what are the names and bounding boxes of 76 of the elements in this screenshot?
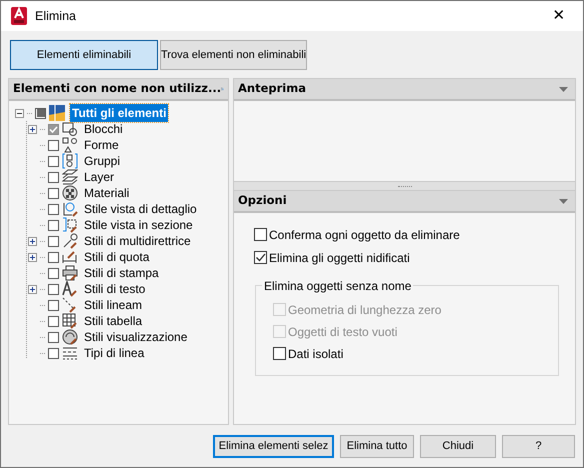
checkbox[interactable] <box>48 300 59 310</box>
checkbox[interactable] <box>48 268 59 278</box>
expander-icon[interactable] <box>28 284 37 294</box>
checkbox[interactable] <box>48 252 59 262</box>
app-logo-icon <box>11 7 27 25</box>
checkbox[interactable] <box>48 188 59 198</box>
checkbox[interactable] <box>48 284 59 294</box>
view-button[interactable]: Trova elementi non eliminabili <box>160 40 307 70</box>
tree-item[interactable]: Stili tabella <box>84 312 142 330</box>
checkbox[interactable] <box>48 156 59 166</box>
tree-item[interactable]: Stile vista di dettaglio <box>84 200 197 218</box>
checkbox-label: Dati isolati <box>288 346 344 362</box>
tree-item[interactable]: Tipi di linea <box>84 344 144 362</box>
checkbox[interactable] <box>48 220 59 230</box>
checkbox-label: Geometria di lunghezza zero <box>288 302 442 318</box>
expander-icon[interactable] <box>28 236 37 246</box>
expander-icon[interactable] <box>28 252 37 262</box>
table-icon <box>62 313 78 329</box>
dimension-icon <box>62 249 78 265</box>
dialog-button[interactable]: Elimina tutto <box>340 435 414 458</box>
tree-item[interactable]: Materiali <box>84 184 130 202</box>
checkbox[interactable] <box>254 251 267 264</box>
checkbox[interactable] <box>48 140 59 150</box>
checkbox-label: Conferma ogni oggetto da eliminare <box>269 226 460 244</box>
panel-header: Opzioni <box>238 192 287 210</box>
leader-icon <box>62 233 78 249</box>
collapse-arrow-icon[interactable] <box>559 86 568 92</box>
layers-icon <box>62 169 78 185</box>
checkbox[interactable] <box>48 124 59 134</box>
section-view-icon <box>62 217 78 233</box>
tree-item[interactable]: Stili di testo <box>84 280 146 298</box>
checkbox[interactable] <box>48 316 59 326</box>
tree-item[interactable]: Gruppi <box>84 152 120 170</box>
tree-item[interactable]: Stile vista in sezione <box>84 216 193 234</box>
collapse-arrow-icon[interactable] <box>559 198 568 204</box>
checkbox[interactable] <box>35 108 46 118</box>
checkbox[interactable] <box>48 172 59 182</box>
tree-item[interactable]: Blocchi <box>84 120 123 138</box>
all-items-icon <box>49 105 65 121</box>
text-style-icon <box>62 281 78 297</box>
linetypes-icon <box>62 345 78 361</box>
checkbox[interactable] <box>48 332 59 342</box>
checkbox[interactable] <box>254 228 267 241</box>
expander-icon[interactable] <box>15 108 24 118</box>
shapes-icon <box>62 137 78 153</box>
checkbox-label: Elimina gli oggetti nidificati <box>269 250 410 266</box>
detail-view-icon <box>62 201 78 217</box>
tree-item[interactable]: Forme <box>84 136 119 154</box>
printer-icon <box>62 265 78 281</box>
checkbox-label: Oggetti di testo vuoti <box>288 324 398 340</box>
close-button[interactable]: ✕ <box>539 4 579 28</box>
checkbox[interactable] <box>273 347 286 360</box>
dialog-button[interactable]: Chiudi <box>420 435 496 458</box>
window-title: Elimina <box>35 8 76 25</box>
tree-item[interactable]: Stili di quota <box>84 248 150 266</box>
expander-icon[interactable] <box>28 124 37 134</box>
tree-item[interactable]: Stili lineam <box>84 296 142 314</box>
block-icon <box>62 121 78 137</box>
group-icon <box>62 153 78 169</box>
checkbox[interactable] <box>48 204 59 214</box>
visual-style-icon <box>62 329 78 345</box>
dialog-button[interactable]: Elimina elementi selez <box>213 435 334 458</box>
tree-item[interactable]: Layer <box>84 168 114 186</box>
view-button[interactable]: Elementi eliminabili <box>10 40 158 70</box>
tree-item[interactable]: Stili visualizzazione <box>84 328 188 346</box>
panel-header: Elementi con nome non utilizz... <box>13 80 222 98</box>
checkbox[interactable] <box>48 236 59 246</box>
tree-item[interactable]: Tutti gli elementi <box>70 104 168 122</box>
tree-item[interactable]: Stili di stampa <box>84 264 159 282</box>
splitter-handle[interactable] <box>233 182 576 190</box>
dialog-button[interactable]: ? <box>502 435 575 458</box>
panel-header: Anteprima <box>238 80 306 98</box>
checkered-ball-icon <box>62 185 78 201</box>
checkbox[interactable] <box>48 348 59 358</box>
tree-item[interactable]: Stili di multidirettrice <box>84 232 191 250</box>
linetype-style-icon <box>62 297 78 313</box>
